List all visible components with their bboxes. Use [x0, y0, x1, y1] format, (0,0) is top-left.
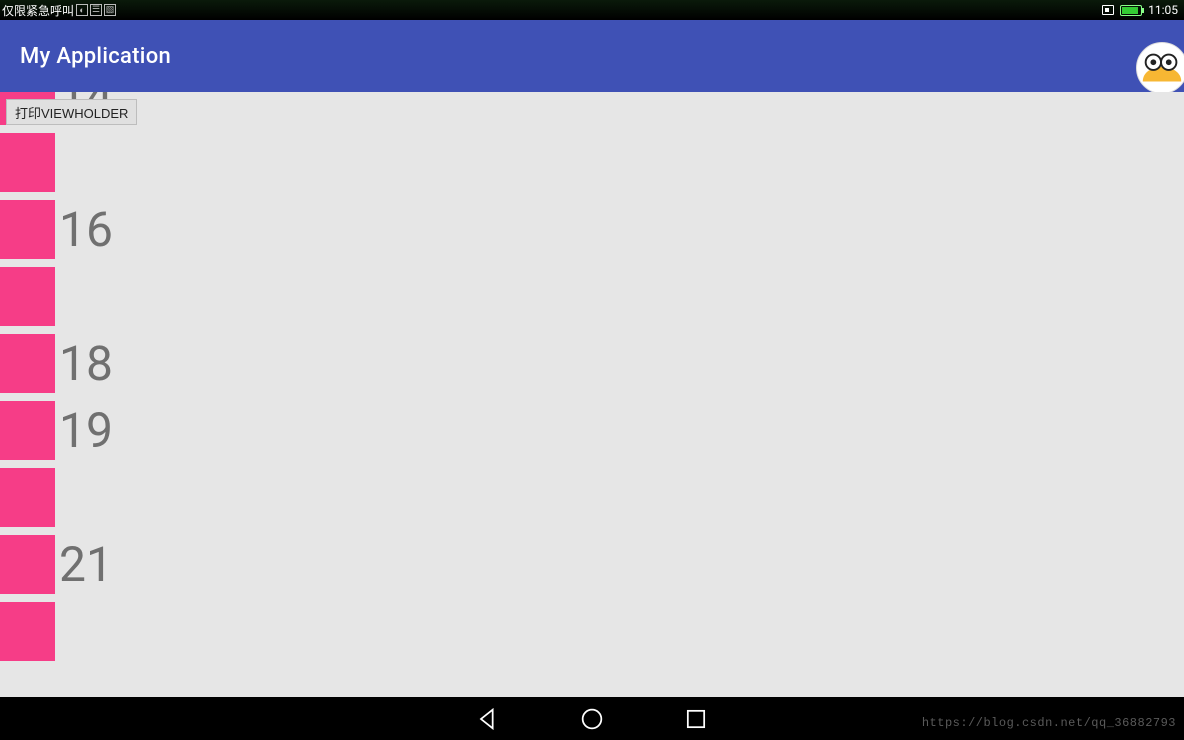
battery-icon — [1120, 5, 1142, 16]
list-item[interactable]: 16 — [0, 196, 1184, 263]
list-item-swatch — [0, 267, 55, 326]
nav-back-button[interactable] — [474, 705, 502, 733]
nav-recent-button[interactable] — [682, 705, 710, 733]
list-item-number: 21 — [59, 541, 113, 589]
list-item[interactable]: 18 — [0, 330, 1184, 397]
status-bar-left: 仅限紧急呼叫 ◐ ☰ ▧ — [2, 2, 116, 19]
status-clock: 11:05 — [1148, 3, 1178, 17]
android-nav-bar: https://blog.csdn.net/qq_36882793 — [0, 697, 1184, 740]
status-mini-icon-3: ▧ — [104, 4, 116, 16]
list-item[interactable] — [0, 129, 1184, 196]
list-item-swatch — [0, 535, 55, 594]
list-item-number: 18 — [59, 340, 113, 388]
print-viewholder-button[interactable]: 打印VIEWHOLDER — [6, 99, 137, 125]
status-mini-icon-1: ◐ — [76, 4, 88, 16]
list-item-number: 16 — [59, 206, 113, 254]
list-item[interactable] — [0, 263, 1184, 330]
list-item-swatch — [0, 334, 55, 393]
list-item-swatch — [0, 401, 55, 460]
app-title: My Application — [20, 44, 171, 69]
status-emergency-text: 仅限紧急呼叫 — [2, 2, 74, 19]
list-item-swatch — [0, 468, 55, 527]
app-action-bar: My Application — [0, 20, 1184, 92]
app-avatar-icon — [1136, 42, 1184, 94]
list-item[interactable] — [0, 464, 1184, 531]
list-item-swatch — [0, 200, 55, 259]
recycler-view[interactable]: 14 16 18 19 21 — [0, 92, 1184, 697]
list-item[interactable]: 19 — [0, 397, 1184, 464]
list-item[interactable]: 14 — [0, 92, 1184, 129]
list-item-number: 19 — [59, 407, 113, 455]
status-mini-icon-2: ☰ — [90, 4, 102, 16]
list-item[interactable] — [0, 598, 1184, 665]
csdn-watermark: https://blog.csdn.net/qq_36882793 — [922, 716, 1176, 730]
app-content: 14 16 18 19 21 打印VIEWHOLDER — [0, 92, 1184, 697]
status-bar-right: 11:05 — [1102, 3, 1178, 17]
list-item[interactable]: 21 — [0, 531, 1184, 598]
list-item-swatch — [0, 602, 55, 661]
list-item-swatch — [0, 133, 55, 192]
sim-card-icon — [1102, 5, 1114, 15]
nav-home-button[interactable] — [578, 705, 606, 733]
android-status-bar: 仅限紧急呼叫 ◐ ☰ ▧ 11:05 — [0, 0, 1184, 20]
